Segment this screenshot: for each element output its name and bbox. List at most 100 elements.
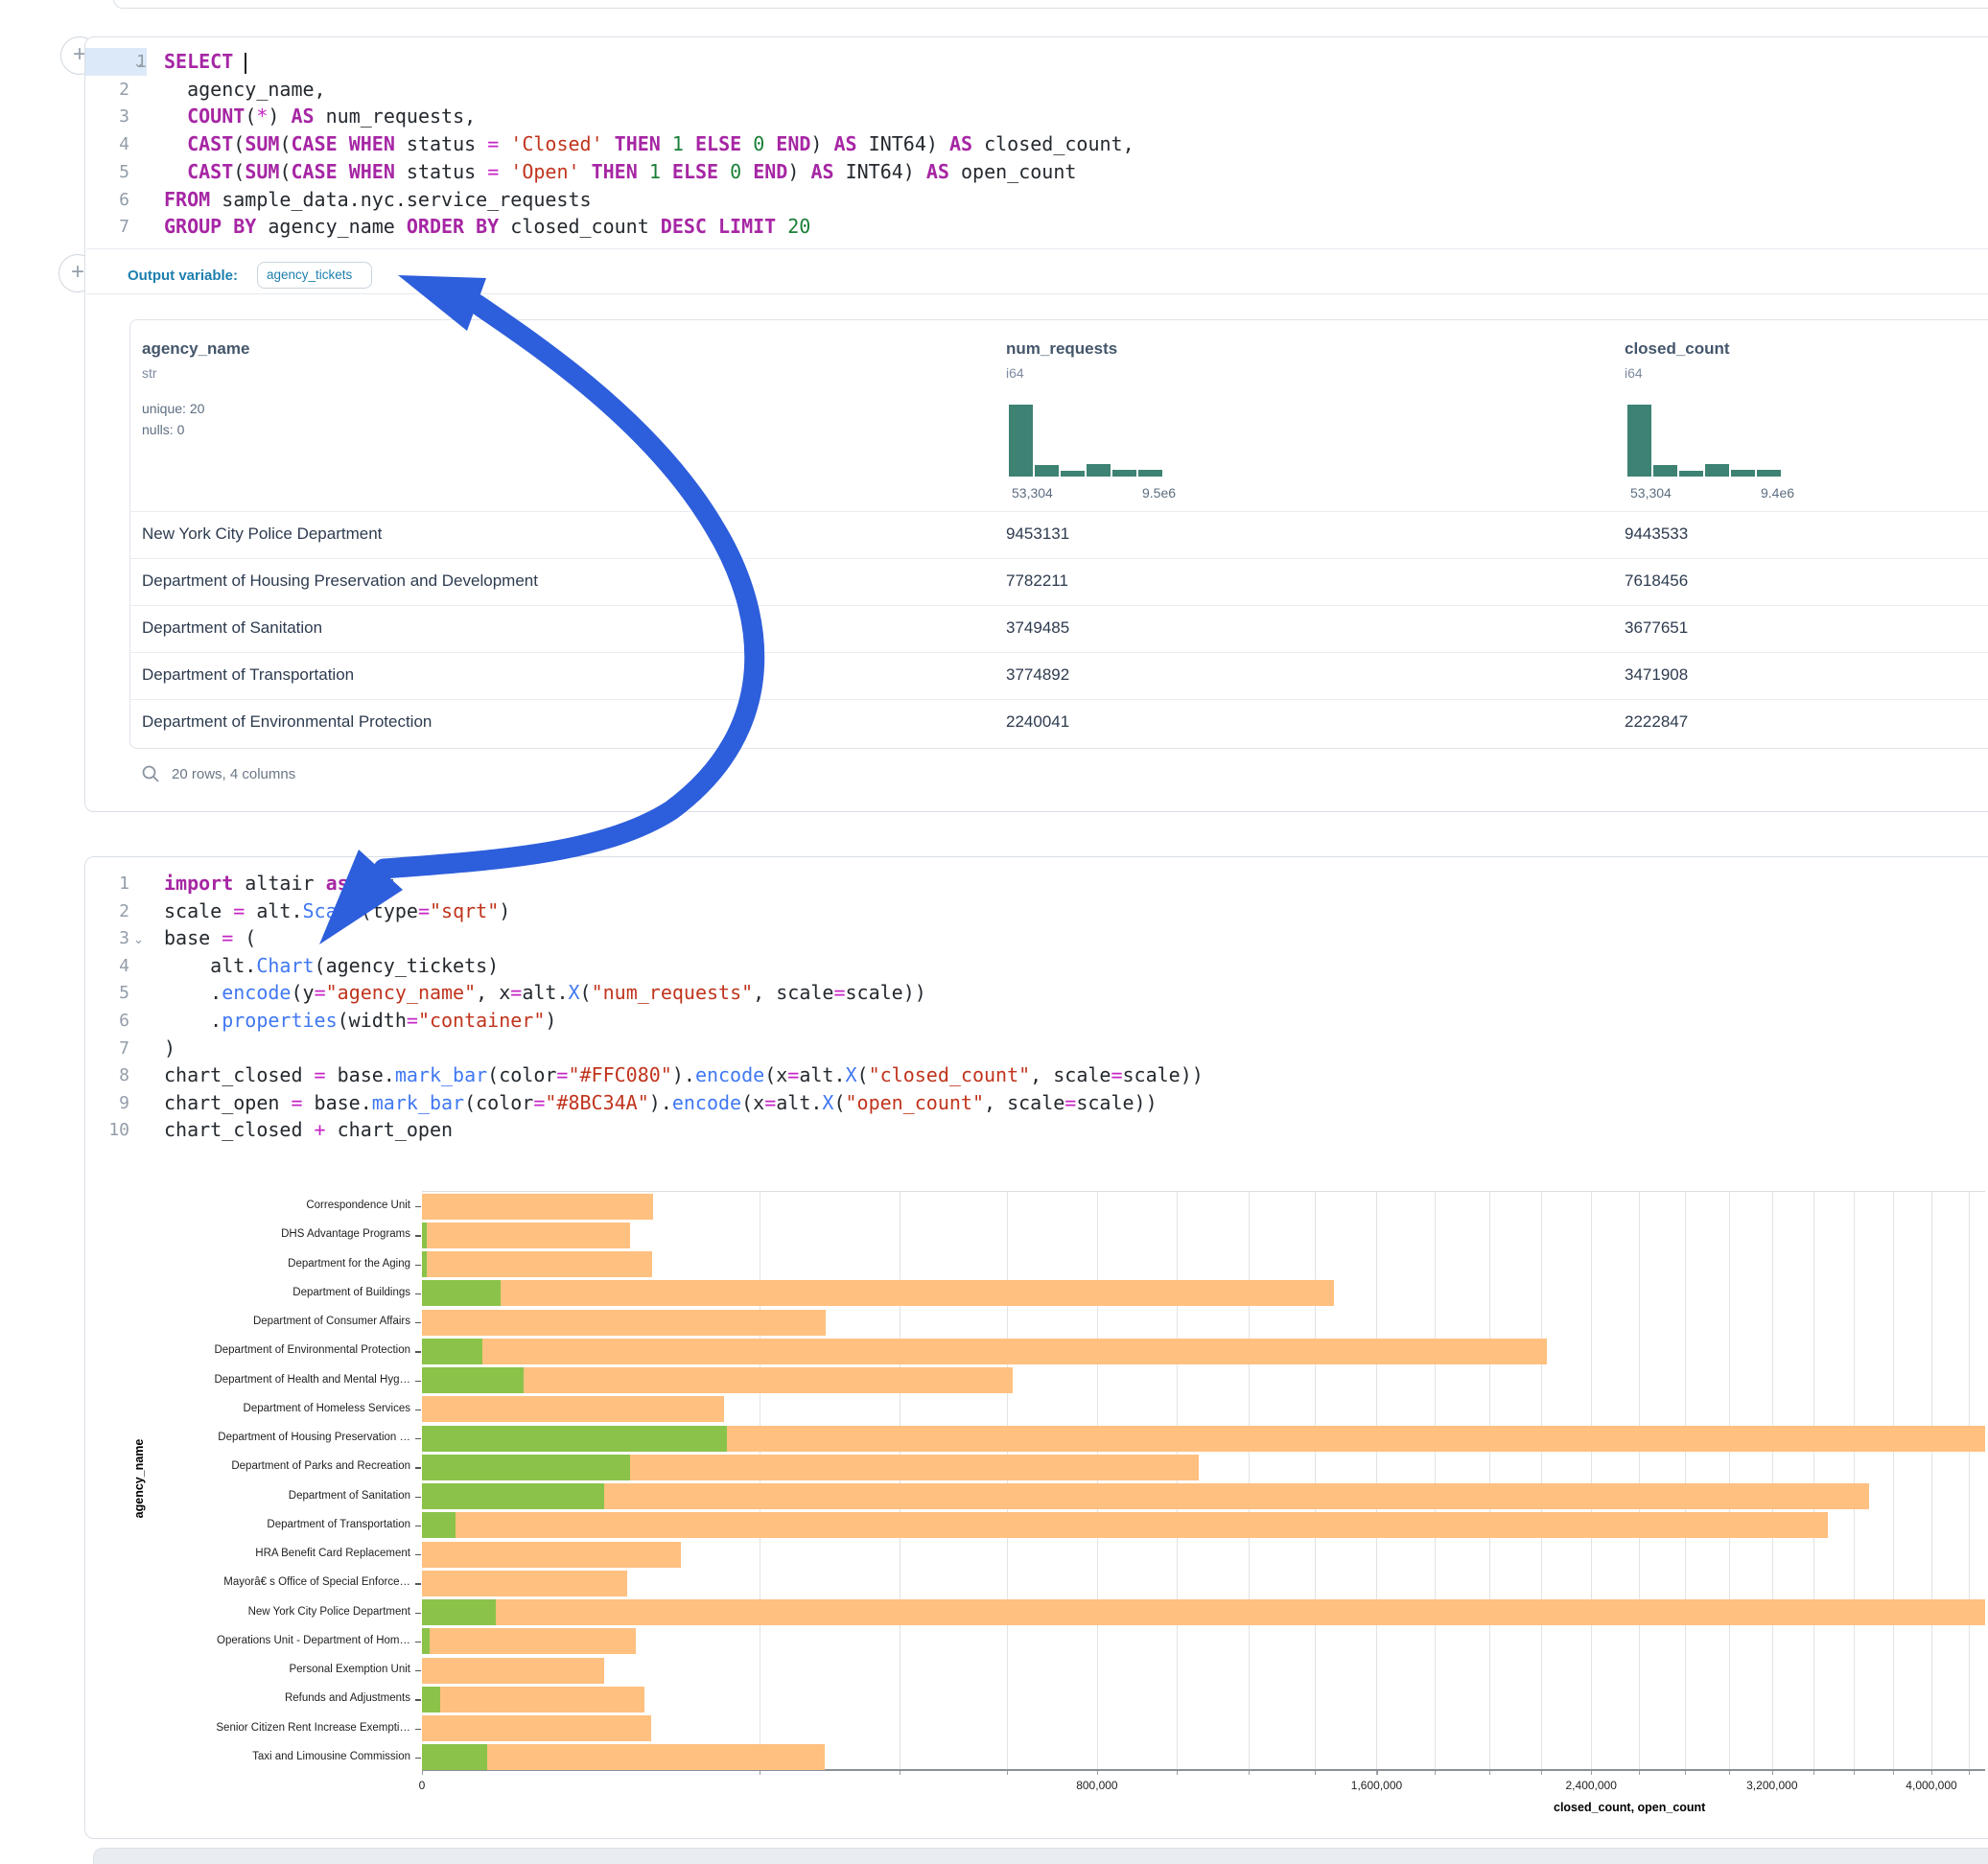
line-number: 4	[85, 952, 129, 980]
code-text: .properties(width="container")	[164, 1007, 556, 1035]
search-icon[interactable]	[141, 764, 160, 783]
fold-chevron-icon[interactable]: ⌄	[133, 49, 144, 77]
notebook-page: + + 1⌄SELECT 2 agency_name,3 COUNT(*) AS…	[0, 0, 1988, 1864]
code-text: .encode(y="agency_name", x=alt.X("num_re…	[164, 979, 926, 1007]
column-stat: unique: 20	[142, 401, 204, 416]
column-header[interactable]: agency_name	[142, 339, 249, 359]
code-line[interactable]: 1import altair as alt	[85, 870, 1988, 897]
column-stat: nulls: 0	[142, 422, 184, 437]
output-table: agency_namestr unique: 20 nulls: 0 num_requ…	[129, 319, 1988, 749]
code-text: SELECT	[164, 48, 246, 76]
line-number: 7	[85, 213, 129, 241]
fold-chevron-icon[interactable]: ⌄	[133, 925, 144, 953]
line-number: 2	[85, 76, 129, 104]
code-text: )	[164, 1035, 175, 1062]
histogram-bar	[1087, 464, 1111, 477]
code-text: CAST(SUM(CASE WHEN status = 'Closed' THE…	[164, 130, 1134, 158]
sql-code-editor[interactable]: 1⌄SELECT 2 agency_name,3 COUNT(*) AS num…	[85, 48, 1988, 278]
code-line[interactable]: 2 agency_name,	[85, 76, 1988, 104]
line-number: 5	[85, 979, 129, 1007]
code-line[interactable]: 10 chart_closed + chart_open	[85, 1116, 1988, 1144]
code-line[interactable]: 5 CAST(SUM(CASE WHEN status = 'Open' THE…	[85, 158, 1988, 186]
line-number: 10	[85, 1116, 129, 1144]
row-separator	[130, 511, 1988, 512]
histogram-min-label: 53,304	[1630, 485, 1672, 501]
table-cell: Department of Environmental Protection	[142, 712, 432, 732]
line-number: 6	[85, 1007, 129, 1035]
histogram-min-label: 53,304	[1012, 485, 1053, 501]
line-number: 2	[85, 897, 129, 925]
code-line[interactable]: 7GROUP BY agency_name ORDER BY closed_co…	[85, 213, 1988, 241]
column-type: str	[142, 365, 157, 381]
python-code-editor[interactable]: 1import altair as alt2 scale = alt.Scale(…	[85, 870, 1988, 1157]
column-type: i64	[1006, 365, 1024, 381]
histogram-bar	[1138, 470, 1162, 477]
histogram-bar	[1009, 405, 1033, 477]
code-text: CAST(SUM(CASE WHEN status = 'Open' THEN …	[164, 158, 1076, 186]
line-number: 3	[85, 103, 129, 130]
code-line[interactable]: 2 scale = alt.Scale(type="sqrt")	[85, 897, 1988, 925]
code-line[interactable]: 4 CAST(SUM(CASE WHEN status = 'Closed' T…	[85, 130, 1988, 158]
table-cell: 3471908	[1625, 665, 1688, 685]
code-line[interactable]: 6 .properties(width="container")	[85, 1007, 1988, 1035]
table-cell: 9453131	[1006, 524, 1069, 544]
histogram-bar	[1112, 470, 1136, 477]
code-text: COUNT(*) AS num_requests,	[164, 103, 476, 130]
table-cell: Department of Transportation	[142, 665, 354, 685]
code-text: scale = alt.Scale(type="sqrt")	[164, 897, 510, 925]
code-text: base = (	[164, 924, 256, 952]
table-cell: 7618456	[1625, 571, 1688, 591]
code-line[interactable]: 3 COUNT(*) AS num_requests,	[85, 103, 1988, 130]
python-cell: 1import altair as alt2 scale = alt.Scale(…	[84, 856, 1988, 1839]
histogram-max-label: 9.4e6	[1761, 485, 1794, 501]
column-header[interactable]: num_requests	[1006, 339, 1117, 359]
line-number: 6	[85, 186, 129, 214]
histogram-bar	[1731, 470, 1755, 477]
next-cell-strip[interactable]	[93, 1848, 1988, 1864]
line-number: 4	[85, 130, 129, 158]
row-separator	[130, 558, 1988, 559]
code-line[interactable]: 7)	[85, 1035, 1988, 1062]
text-cursor	[245, 53, 246, 74]
line-number: 7	[85, 1035, 129, 1062]
histogram-bar	[1035, 465, 1059, 477]
code-line[interactable]: 8 chart_closed = base.mark_bar(color="#FF…	[85, 1061, 1988, 1089]
histogram-bar	[1627, 405, 1651, 477]
code-line[interactable]: 5 .encode(y="agency_name", x=alt.X("num_…	[85, 979, 1988, 1007]
output-variable-pill[interactable]: agency_tickets	[257, 262, 372, 289]
table-cell: 2222847	[1625, 712, 1688, 732]
histogram-bar	[1705, 464, 1729, 477]
column-type: i64	[1625, 365, 1643, 381]
histogram-max-label: 9.5e6	[1142, 485, 1176, 501]
table-cell: 7782211	[1006, 571, 1068, 591]
code-text: chart_closed = base.mark_bar(color="#FFC…	[164, 1061, 1204, 1089]
table-cell: New York City Police Department	[142, 524, 382, 544]
row-separator	[130, 699, 1988, 700]
row-separator	[130, 605, 1988, 606]
table-cell: 3677651	[1625, 618, 1688, 638]
code-line[interactable]: 9 chart_open = base.mark_bar(color="#8BC3…	[85, 1089, 1988, 1117]
code-text: agency_name,	[164, 76, 326, 104]
code-text: chart_closed + chart_open	[164, 1116, 453, 1144]
table-cell: 3749485	[1006, 618, 1069, 638]
code-text: alt.Chart(agency_tickets)	[164, 952, 499, 980]
code-text: import altair as alt	[164, 870, 395, 897]
histogram-bar	[1757, 470, 1781, 477]
table-cell: 2240041	[1006, 712, 1069, 732]
table-cell: 9443533	[1625, 524, 1688, 544]
row-separator	[130, 652, 1988, 653]
code-line[interactable]: 1⌄SELECT	[85, 48, 1988, 76]
line-number: 9	[85, 1089, 129, 1117]
table-cell: Department of Housing Preservation and D…	[142, 571, 538, 591]
code-line[interactable]: 6 FROM sample_data.nyc.service_requests	[85, 186, 1988, 214]
code-text: chart_open = base.mark_bar(color="#8BC34…	[164, 1089, 1158, 1117]
table-cell: 3774892	[1006, 665, 1069, 685]
histogram-bar	[1679, 471, 1703, 477]
code-text: FROM sample_data.nyc.service_requests	[164, 186, 592, 214]
column-header[interactable]: closed_count	[1625, 339, 1730, 359]
line-number: 8	[85, 1061, 129, 1089]
line-number: 5	[85, 158, 129, 186]
code-line[interactable]: 4 alt.Chart(agency_tickets)	[85, 952, 1988, 980]
code-line[interactable]: 3⌄base = (	[85, 924, 1988, 952]
previous-cell-edge	[113, 0, 1988, 9]
